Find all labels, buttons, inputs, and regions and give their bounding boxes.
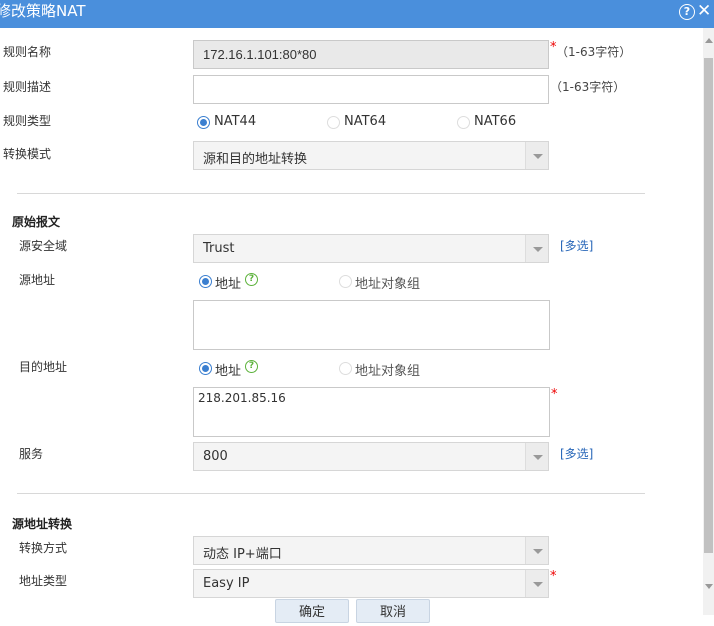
- rule-desc-hint: （1-63字符）: [550, 80, 626, 94]
- mode-select[interactable]: 源和目的地址转换: [193, 141, 549, 170]
- scroll-down-arrow-icon[interactable]: [705, 584, 713, 589]
- service-multi-select-link[interactable]: [多选]: [560, 445, 593, 462]
- radio-nat64-label: NAT64: [344, 114, 387, 129]
- help-icon[interactable]: ?: [245, 273, 258, 286]
- service-value: 800: [203, 449, 228, 464]
- address-type-select[interactable]: Easy IP: [193, 569, 549, 598]
- radio-nat44-label: NAT44: [214, 114, 257, 129]
- src-zone-multi-select-link[interactable]: [多选]: [560, 237, 593, 254]
- src-addr-label: 源地址: [19, 273, 56, 287]
- radio-nat64[interactable]: [327, 116, 340, 129]
- chevron-down-icon[interactable]: [525, 570, 548, 597]
- dst-address-textarea[interactable]: 218.201.85.16: [193, 387, 550, 437]
- radio-src-address-group[interactable]: [339, 275, 352, 288]
- scroll-up-arrow-icon[interactable]: [705, 38, 713, 43]
- ok-button[interactable]: 确定: [275, 599, 349, 623]
- radio-dst-address-group[interactable]: [339, 362, 352, 375]
- required-mark: *: [550, 569, 557, 584]
- rule-type-label: 规则类型: [3, 114, 52, 128]
- src-address-textarea[interactable]: [193, 300, 550, 350]
- scrollbar-thumb[interactable]: [704, 58, 713, 553]
- chevron-down-icon[interactable]: [525, 142, 548, 169]
- divider: [17, 493, 645, 494]
- dialog-title: 修改策略NAT: [0, 2, 86, 20]
- cancel-button[interactable]: 取消: [356, 599, 430, 623]
- src-zone-label: 源安全域: [19, 239, 68, 253]
- section-original-packet: 原始报文: [12, 215, 61, 229]
- help-icon[interactable]: ?: [245, 360, 258, 373]
- service-select[interactable]: 800: [193, 442, 549, 471]
- radio-dst-address[interactable]: [199, 362, 212, 375]
- radio-src-address-label: 地址: [215, 277, 242, 292]
- chevron-down-icon[interactable]: [525, 443, 548, 470]
- radio-dst-address-label: 地址: [215, 364, 242, 379]
- section-src-translation: 源地址转换: [12, 517, 73, 531]
- radio-src-address-group-label: 地址对象组: [355, 277, 421, 292]
- radio-src-address[interactable]: [199, 275, 212, 288]
- chevron-down-icon[interactable]: [525, 537, 548, 564]
- rule-desc-label: 规则描述: [3, 80, 52, 94]
- mode-label: 转换模式: [3, 147, 52, 161]
- help-icon[interactable]: ?: [679, 4, 695, 20]
- vertical-scrollbar[interactable]: [703, 28, 714, 615]
- src-zone-value: Trust: [203, 241, 235, 256]
- dialog-titlebar: 修改策略NAT ? ✕: [0, 0, 714, 28]
- divider: [17, 193, 645, 194]
- rule-name-input[interactable]: 172.16.1.101:80*80: [193, 40, 549, 69]
- mode-select-value: 源和目的地址转换: [203, 152, 308, 167]
- radio-dst-address-group-label: 地址对象组: [355, 364, 421, 379]
- close-icon[interactable]: ✕: [697, 1, 711, 21]
- translation-method-select[interactable]: 动态 IP+端口: [193, 536, 549, 565]
- src-zone-select[interactable]: Trust: [193, 234, 549, 263]
- required-mark: *: [551, 387, 558, 402]
- rule-desc-input[interactable]: [193, 75, 549, 104]
- address-type-label: 地址类型: [19, 574, 68, 588]
- dst-addr-label: 目的地址: [19, 360, 68, 374]
- chevron-down-icon[interactable]: [525, 235, 548, 262]
- radio-nat66-label: NAT66: [474, 114, 517, 129]
- address-type-value: Easy IP: [203, 576, 250, 591]
- translation-method-label: 转换方式: [19, 541, 68, 555]
- radio-nat66[interactable]: [457, 116, 470, 129]
- rule-name-label: 规则名称: [3, 45, 52, 59]
- rule-name-hint: （1-63字符）: [556, 45, 632, 59]
- translation-method-value: 动态 IP+端口: [203, 547, 282, 562]
- service-label: 服务: [19, 447, 44, 461]
- radio-nat44[interactable]: [197, 116, 210, 129]
